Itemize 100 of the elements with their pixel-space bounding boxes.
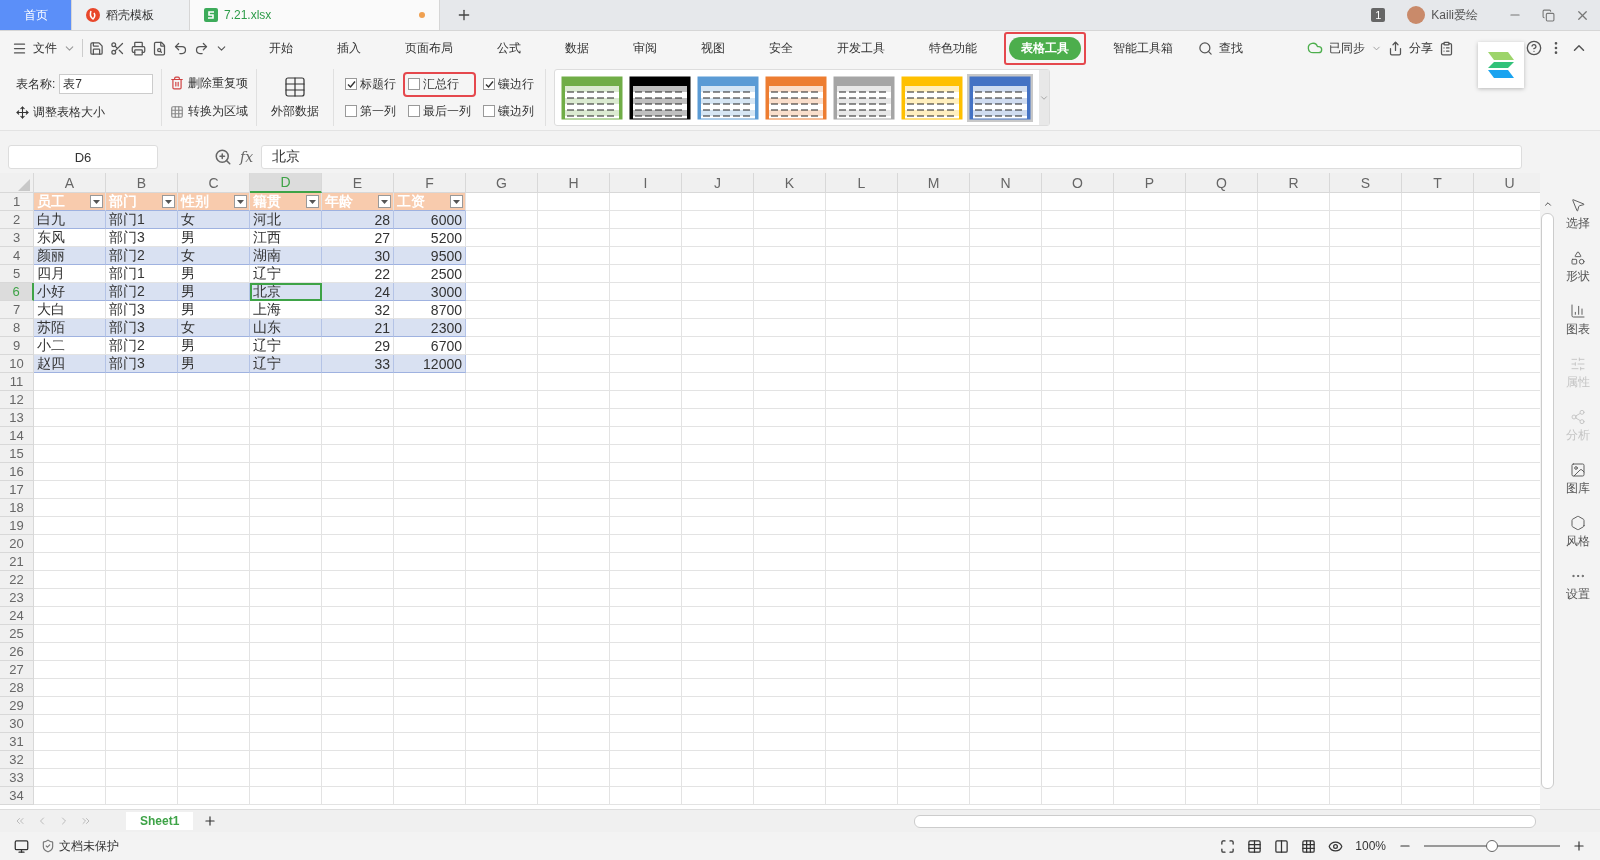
filter-button[interactable] — [450, 195, 463, 208]
table-cell[interactable]: 北京 — [250, 283, 322, 301]
user-name[interactable]: Kaili爱绘 — [1431, 6, 1478, 24]
table-cell[interactable]: 部门3 — [106, 319, 178, 337]
column-header[interactable]: K — [754, 173, 826, 193]
ribbon-tab[interactable]: 安全 — [757, 36, 805, 60]
table-cell[interactable]: 女 — [178, 211, 250, 229]
column-header[interactable]: U — [1474, 173, 1540, 193]
filter-button[interactable] — [306, 195, 319, 208]
share-button[interactable]: 分享 — [1409, 39, 1433, 57]
column-header[interactable]: E — [322, 173, 394, 193]
new-tab-icon[interactable] — [456, 7, 472, 23]
row-header[interactable]: 28 — [0, 679, 34, 697]
row-header[interactable]: 15 — [0, 445, 34, 463]
table-name-field[interactable]: 表7 — [59, 74, 154, 94]
column-header[interactable]: Q — [1186, 173, 1258, 193]
file-menu[interactable]: 文件 — [33, 39, 57, 57]
ribbon-tab[interactable]: 页面布局 — [393, 36, 465, 60]
add-sheet-icon[interactable] — [203, 814, 218, 828]
table-style-swatch[interactable] — [831, 73, 898, 122]
table-cell[interactable]: 21 — [322, 319, 394, 337]
table-cell[interactable]: 颜丽 — [34, 247, 106, 265]
table-cell[interactable]: 部门3 — [106, 355, 178, 373]
table-cell[interactable]: 24 — [322, 283, 394, 301]
table-style-swatch[interactable] — [627, 73, 694, 122]
row-header[interactable]: 11 — [0, 373, 34, 391]
ribbon-tab[interactable]: 审阅 — [621, 36, 669, 60]
row-header[interactable]: 22 — [0, 571, 34, 589]
column-header[interactable]: P — [1114, 173, 1186, 193]
column-header[interactable]: L — [826, 173, 898, 193]
print-icon[interactable] — [131, 40, 146, 56]
vertical-scrollbar[interactable] — [1541, 213, 1554, 789]
table-cell[interactable]: 女 — [178, 247, 250, 265]
table-cell[interactable]: 湖南 — [250, 247, 322, 265]
side-tool[interactable]: 风格 — [1565, 515, 1590, 550]
ribbon-tab[interactable]: 特色功能 — [917, 36, 989, 60]
freeze-icon[interactable] — [1301, 838, 1317, 854]
side-tool[interactable]: 形状 — [1565, 250, 1590, 285]
table-cell[interactable]: 苏陌 — [34, 319, 106, 337]
sync-status[interactable]: 已同步 — [1329, 39, 1365, 57]
horizontal-scrollbar[interactable] — [914, 814, 1536, 828]
table-style-swatch[interactable] — [695, 73, 762, 122]
row-header[interactable]: 14 — [0, 427, 34, 445]
side-tool[interactable]: 图表 — [1565, 303, 1590, 338]
table-option-checkbox[interactable]: 汇总行 — [405, 73, 475, 95]
row-header[interactable]: 34 — [0, 787, 34, 805]
column-header[interactable]: G — [466, 173, 538, 193]
zoom-in-icon[interactable] — [1572, 839, 1586, 853]
column-header[interactable]: O — [1042, 173, 1114, 193]
column-header[interactable]: R — [1258, 173, 1330, 193]
column-header[interactable]: B — [106, 173, 178, 193]
resize-table-button[interactable]: 调整表格大小 — [33, 104, 105, 121]
column-header[interactable]: H — [538, 173, 610, 193]
row-header[interactable]: 1 — [0, 193, 34, 211]
column-header[interactable]: C — [178, 173, 250, 193]
row-header[interactable]: 10 — [0, 355, 34, 373]
table-cell[interactable]: 辽宁 — [250, 355, 322, 373]
table-style-swatch[interactable] — [559, 73, 626, 122]
name-box[interactable]: D6 — [8, 145, 158, 169]
zoom-icon[interactable] — [214, 148, 232, 166]
normal-view-icon[interactable] — [1247, 838, 1263, 854]
table-cell[interactable]: 33 — [322, 355, 394, 373]
table-cell[interactable]: 6000 — [394, 211, 466, 229]
table-cell[interactable]: 28 — [322, 211, 394, 229]
page-view-icon[interactable] — [1274, 838, 1290, 854]
table-cell[interactable]: 赵四 — [34, 355, 106, 373]
annotate-icon[interactable] — [1439, 40, 1454, 56]
table-style-swatch[interactable] — [899, 73, 966, 122]
row-header[interactable]: 31 — [0, 733, 34, 751]
document-tab[interactable]: 稻壳模板 — [72, 0, 190, 30]
table-cell[interactable]: 3000 — [394, 283, 466, 301]
row-header[interactable]: 29 — [0, 697, 34, 715]
scissors-icon[interactable] — [110, 40, 125, 56]
eye-icon[interactable] — [1328, 838, 1344, 854]
row-header[interactable]: 18 — [0, 499, 34, 517]
monitor-icon[interactable] — [14, 838, 29, 854]
menu-icon[interactable] — [12, 40, 27, 56]
table-option-checkbox[interactable]: 最后一列 — [405, 100, 475, 122]
print-preview-icon[interactable] — [152, 40, 167, 56]
table-cell[interactable]: 男 — [178, 355, 250, 373]
side-tool[interactable]: 选择 — [1565, 197, 1590, 232]
search-icon[interactable] — [1198, 40, 1213, 56]
row-header[interactable]: 3 — [0, 229, 34, 247]
row-header[interactable]: 33 — [0, 769, 34, 787]
ribbon-tab[interactable]: 智能工具箱 — [1101, 36, 1185, 60]
find-button[interactable]: 查找 — [1219, 39, 1243, 57]
column-header[interactable]: J — [682, 173, 754, 193]
table-style-swatch[interactable] — [763, 73, 830, 122]
table-option-checkbox[interactable]: 镶边行 — [480, 73, 538, 95]
column-header[interactable]: I — [610, 173, 682, 193]
help-icon[interactable] — [1526, 40, 1542, 56]
row-header[interactable]: 23 — [0, 589, 34, 607]
ribbon-tab[interactable]: 公式 — [485, 36, 533, 60]
table-option-checkbox[interactable]: 标题行 — [342, 73, 400, 95]
share-icon[interactable] — [1388, 40, 1403, 56]
ribbon-tab[interactable]: 开发工具 — [825, 36, 897, 60]
table-cell[interactable]: 30 — [322, 247, 394, 265]
column-header[interactable]: S — [1330, 173, 1402, 193]
document-tab[interactable]: 7.21.xlsx — [190, 0, 440, 30]
row-header[interactable]: 2 — [0, 211, 34, 229]
